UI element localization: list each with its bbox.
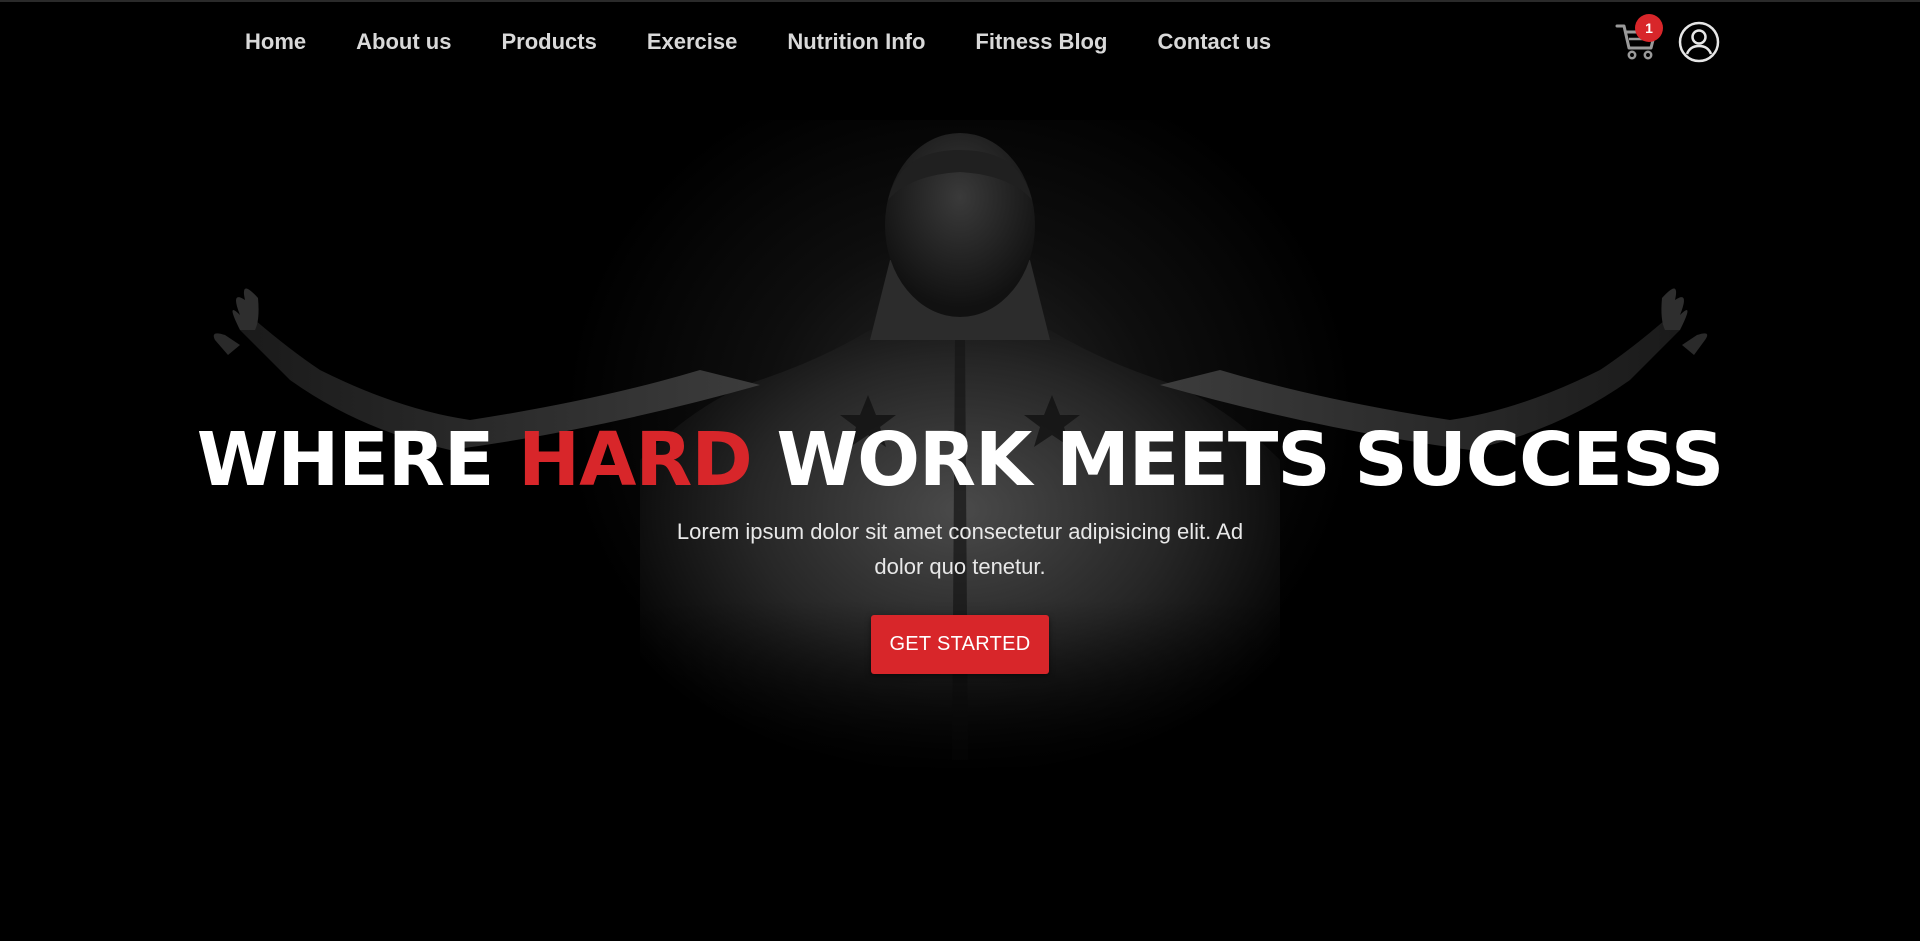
cart-count-badge: 1 <box>1635 14 1663 42</box>
nav-link-contact-us[interactable]: Contact us <box>1157 26 1271 58</box>
nav-link-products[interactable]: Products <box>501 26 596 58</box>
hero-title-accent: HARD <box>518 417 753 503</box>
cart-button[interactable]: 1 <box>1615 14 1663 62</box>
top-navigation: Home About us Products Exercise Nutritio… <box>0 0 1920 86</box>
nav-link-nutrition-info[interactable]: Nutrition Info <box>787 26 925 58</box>
hero-title-part1: WHERE <box>196 417 519 503</box>
profile-button[interactable] <box>1678 21 1720 63</box>
nav-link-fitness-blog[interactable]: Fitness Blog <box>975 26 1107 58</box>
nav-link-about-us[interactable]: About us <box>356 26 451 58</box>
landing-page: Home About us Products Exercise Nutritio… <box>0 0 1920 941</box>
hero-title-part2: WORK MEETS SUCCESS <box>751 417 1725 503</box>
hero-subtitle: Lorem ipsum dolor sit amet consectetur a… <box>676 519 1244 579</box>
hero-title: WHERE HARD WORK MEETS SUCCESS <box>0 412 1920 508</box>
get-started-button[interactable]: GET STARTED <box>871 615 1049 674</box>
nav-link-home[interactable]: Home <box>245 26 306 58</box>
nav-links: Home About us Products Exercise Nutritio… <box>245 26 1321 58</box>
nav-link-exercise[interactable]: Exercise <box>647 26 738 58</box>
user-circle-icon <box>1678 21 1720 63</box>
